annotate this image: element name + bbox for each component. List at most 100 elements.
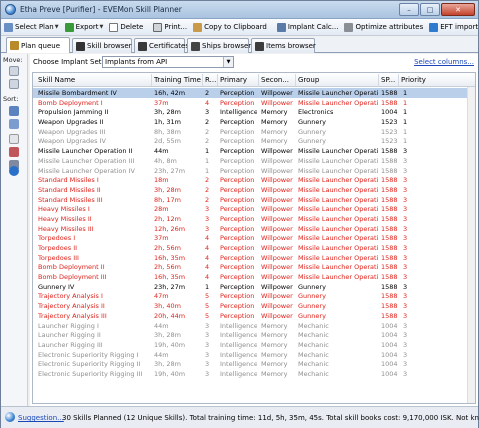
table-row[interactable]: Electronic Superiority Rigging II 3h, 28m… — [33, 359, 475, 369]
table-row[interactable]: Trajectory Analysis I 47m 5 Perception Willp… — [33, 291, 475, 301]
cell-sp: 1588 — [381, 253, 398, 262]
cell-group: Missile Launcher Operation — [298, 195, 378, 204]
select-columns-link[interactable]: Select columns... — [414, 58, 474, 66]
table-row[interactable]: Electronic Superiority Rigging III 19h, 4… — [33, 369, 475, 379]
table-row[interactable]: Bomb Deployment I 37m 4 Perception Willpower… — [33, 98, 475, 108]
implant-set-dropdown[interactable]: Implants from API ▼ — [102, 56, 234, 68]
table-row[interactable]: Electronic Superiority Rigging I 44m 3 Inte… — [33, 350, 475, 360]
suggestion-link[interactable]: Suggestion... — [18, 414, 64, 422]
table-row[interactable]: Heavy Missiles I 28m 3 Perception Willpower M… — [33, 204, 475, 214]
cell-primary: Perception — [220, 302, 255, 311]
table-row[interactable]: Launcher Rigging II 3h, 28m 3 Intelligence M… — [33, 330, 475, 340]
cell-priority: 3 — [403, 369, 408, 378]
cell-sp: 1588 — [381, 176, 398, 185]
cell-training-time: 3h, 40m — [154, 302, 181, 311]
cell-skill-name: Torpedoes I — [38, 234, 76, 243]
color-key-icon[interactable] — [9, 147, 19, 157]
cell-priority: 3 — [403, 292, 408, 301]
copy-to-clipboard-button[interactable]: Copy to Clipboard — [190, 20, 270, 35]
minimize-button[interactable]: – — [399, 3, 419, 16]
col-group[interactable]: Group — [298, 76, 319, 84]
cell-primary: Perception — [220, 282, 255, 291]
cell-training-time: 2h, 56m — [154, 244, 181, 252]
table-row[interactable]: Torpedoes II 2h, 56m 4 Perception Willpower M… — [33, 243, 475, 253]
implant-calc-button[interactable]: Implant Calc... — [274, 20, 342, 35]
table-row[interactable]: Missile Launcher Operation II 44m 1 Percept… — [33, 146, 475, 156]
col-secondary[interactable]: Secon... — [261, 76, 289, 84]
table-row[interactable]: Weapon Upgrades III 8h, 38m 2 Perception Mem… — [33, 127, 475, 137]
table-row[interactable]: Propulsion Jamming II 3h, 28m 3 Intelligenc… — [33, 107, 475, 117]
col-training-time[interactable]: Training Time — [154, 76, 201, 84]
cell-secondary: Willpower — [261, 156, 293, 165]
table-row[interactable]: Gunnery IV 23h, 27m 1 Perception Willpower Gu… — [33, 282, 475, 292]
table-row[interactable]: Torpedoes III 16h, 35m 4 Perception Willpowe… — [33, 253, 475, 263]
table-row[interactable]: Launcher Rigging I 44m 3 Intelligence Memory… — [33, 321, 475, 331]
cell-secondary: Memory — [261, 369, 288, 378]
cell-rank: 4 — [205, 253, 210, 262]
cell-rank: 2 — [205, 137, 210, 146]
cell-skill-name: Missile Bombardment IV — [38, 89, 117, 97]
cell-sp: 1523 — [381, 137, 398, 146]
eft-import-button[interactable]: EFT import — [426, 20, 479, 35]
move-down-icon[interactable] — [9, 79, 19, 89]
cell-training-time: 2d, 55m — [154, 137, 181, 146]
table-row[interactable]: Bomb Deployment II 2h, 56m 4 Perception Will… — [33, 262, 475, 272]
col-skill-name[interactable]: Skill Name — [38, 76, 75, 84]
table-row[interactable]: Bomb Deployment III 16h, 35m 4 Perception Wi… — [33, 272, 475, 282]
cell-secondary: Memory — [261, 321, 288, 330]
table-row[interactable]: Launcher Rigging III 19h, 40m 3 Intelligenc… — [33, 340, 475, 350]
info-icon[interactable] — [9, 166, 19, 176]
optimize-attributes-button[interactable]: Optimize attributes — [341, 20, 426, 35]
tab-certificates[interactable]: Certificates — [134, 38, 189, 53]
select-plan-label: Select Plan — [15, 23, 54, 31]
print-button[interactable]: Print... — [150, 20, 190, 35]
sort-by-name-icon[interactable] — [9, 106, 19, 116]
table-row[interactable]: Missile Launcher Operation III 4h, 8m 1 Per… — [33, 156, 475, 166]
cell-skill-name: Trajectory Analysis I — [38, 292, 103, 301]
vertical-scrollbar[interactable] — [467, 87, 475, 403]
tab-items-browser[interactable]: Items browser — [251, 38, 316, 53]
cell-skill-name: Propulsion Jamming II — [38, 108, 109, 117]
tab-ships-browser[interactable]: Ships browser — [187, 38, 251, 53]
delete-button[interactable]: Delete — [106, 20, 146, 35]
close-button[interactable]: ✕ — [441, 3, 475, 16]
sort-list-icon[interactable] — [9, 134, 19, 144]
col-priority[interactable]: Priority — [401, 76, 426, 84]
table-row[interactable]: Torpedoes I 37m 4 Perception Willpower Missil… — [33, 233, 475, 243]
table-row[interactable]: Standard Missiles III 8h, 17m 2 Perception W… — [33, 195, 475, 205]
cell-sp: 1588 — [381, 282, 398, 291]
table-row[interactable]: Weapon Upgrades II 1h, 31m 2 Perception Memo… — [33, 117, 475, 127]
table-row[interactable]: Trajectory Analysis II 3h, 40m 5 Perception… — [33, 301, 475, 311]
cell-group: Mechanic — [298, 331, 329, 340]
table-row[interactable]: Weapon Upgrades IV 2d, 55m 2 Perception Memo… — [33, 136, 475, 146]
column-divider — [217, 74, 218, 86]
table-row[interactable]: Trajectory Analysis III 20h, 44m 5 Percepti… — [33, 311, 475, 321]
table-row[interactable]: Heavy Missiles II 2h, 12m 3 Perception Willp… — [33, 214, 475, 224]
tab-plan-queue[interactable]: Plan queue — [6, 37, 70, 53]
grid-rows: Missile Bombardment IV 16h, 42m 2 Perceptio… — [33, 88, 475, 379]
cell-primary: Perception — [220, 98, 255, 107]
table-row[interactable]: Heavy Missiles III 12h, 26m 3 Perception Wil… — [33, 224, 475, 234]
tab-skill-browser[interactable]: Skill browser — [72, 38, 132, 53]
cell-sp: 1004 — [381, 369, 398, 378]
cell-training-time: 44m — [154, 147, 169, 156]
cell-sp: 1588 — [381, 147, 398, 156]
plan-queue-icon — [10, 41, 19, 50]
table-row[interactable]: Missile Launcher Operation IV 23h, 27m 1 Pe… — [33, 166, 475, 176]
cell-secondary: Willpower — [261, 253, 293, 262]
cell-priority: 3 — [403, 340, 408, 349]
move-up-icon[interactable] — [9, 66, 19, 76]
table-row[interactable]: Standard Missiles I 18m 2 Perception Willpow… — [33, 175, 475, 185]
col-sp[interactable]: SP... — [381, 76, 395, 84]
sort-by-time-icon[interactable] — [9, 119, 19, 129]
export-button[interactable]: Export ▼ — [62, 20, 107, 35]
table-row[interactable]: Missile Bombardment IV 16h, 42m 2 Perceptio… — [33, 88, 475, 98]
chevron-down-icon: ▼ — [54, 24, 59, 30]
cell-group: Missile Launcher Operation — [298, 234, 378, 243]
col-rank[interactable]: R... — [205, 76, 216, 84]
select-plan-button[interactable]: Select Plan ▼ — [1, 20, 62, 35]
col-primary[interactable]: Primary — [220, 76, 247, 84]
skill-planner-window: Etha Preve [Purifier] - EVEMon Skill Pla… — [0, 0, 479, 428]
maximize-button[interactable]: □ — [420, 3, 440, 16]
table-row[interactable]: Standard Missiles II 3h, 28m 2 Perception Wi… — [33, 185, 475, 195]
